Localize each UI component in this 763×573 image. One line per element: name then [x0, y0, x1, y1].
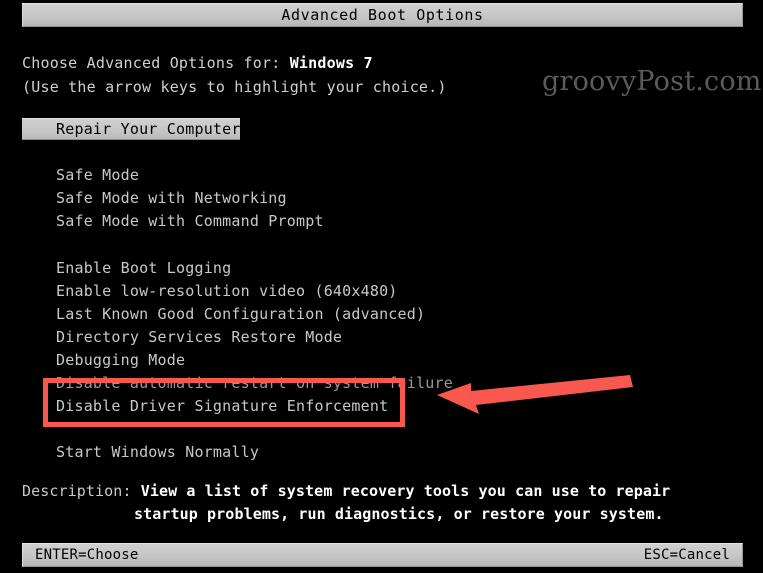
- description-text-1: View a list of system recovery tools you…: [140, 482, 671, 500]
- choose-options-prefix: Choose Advanced Options for:: [22, 54, 290, 72]
- advanced-boot-options-screen: Advanced Boot Options Choose Advanced Op…: [0, 0, 763, 573]
- esc-cancel-hint[interactable]: ESC=Cancel: [644, 547, 730, 563]
- arrow-keys-hint: (Use the arrow keys to highlight your ch…: [22, 78, 447, 96]
- window-title-bar: Advanced Boot Options: [22, 3, 743, 27]
- window-title: Advanced Boot Options: [281, 6, 484, 24]
- choose-options-line: Choose Advanced Options for: Windows 7: [22, 54, 373, 72]
- menu-item[interactable]: Safe Mode with Command Prompt: [56, 211, 324, 231]
- status-bar: ENTER=Choose ESC=Cancel: [22, 543, 743, 567]
- description-line-2: startup problems, run diagnostics, or re…: [134, 505, 664, 523]
- menu-item[interactable]: Debugging Mode: [56, 350, 185, 370]
- menu-item[interactable]: Directory Services Restore Mode: [56, 327, 342, 347]
- menu-item[interactable]: Start Windows Normally: [56, 442, 259, 462]
- groovypost-watermark: groovyPost.com: [542, 66, 762, 97]
- red-highlight-box: [43, 378, 405, 427]
- menu-item[interactable]: Enable Boot Logging: [56, 258, 231, 278]
- menu-item[interactable]: Safe Mode with Networking: [56, 188, 287, 208]
- os-name: Windows 7: [289, 54, 373, 72]
- menu-item[interactable]: Enable low-resolution video (640x480): [56, 281, 398, 301]
- enter-choose-hint[interactable]: ENTER=Choose: [35, 547, 139, 563]
- description-label: Description:: [22, 482, 141, 500]
- menu-item[interactable]: Last Known Good Configuration (advanced): [56, 304, 425, 324]
- menu-item-repair-your-computer[interactable]: Repair Your Computer: [22, 118, 240, 140]
- menu-item[interactable]: Safe Mode: [56, 165, 139, 185]
- description-line-1: Description: View a list of system recov…: [22, 482, 670, 500]
- red-arrow-annotation: [437, 375, 633, 414]
